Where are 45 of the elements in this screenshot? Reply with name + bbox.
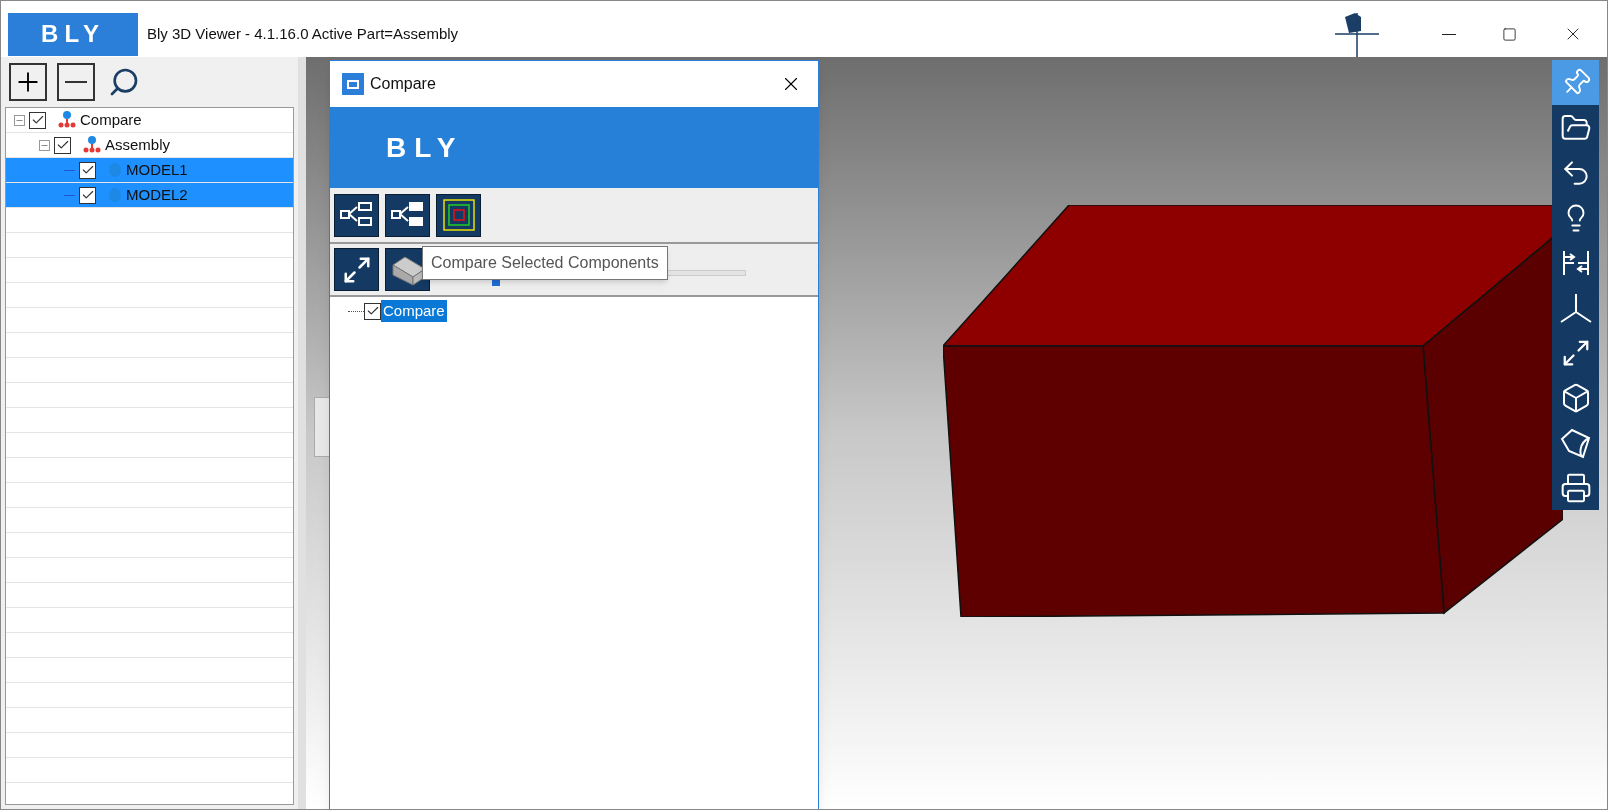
layers-button[interactable] — [436, 193, 481, 237]
check-icon — [80, 163, 95, 177]
check-icon — [30, 113, 45, 127]
expander-icon[interactable] — [14, 114, 25, 126]
assembly-icon — [83, 135, 101, 155]
minus-icon — [65, 81, 87, 83]
tree-item[interactable]: Compare — [6, 108, 293, 133]
checkbox[interactable] — [29, 111, 46, 129]
tree-view-button[interactable] — [334, 193, 379, 237]
expand-all-button[interactable] — [9, 63, 47, 101]
app-icon — [342, 73, 364, 95]
tree-item[interactable]: MODEL2 — [6, 183, 293, 208]
assembly-icon — [58, 110, 76, 130]
tree-label: MODEL2 — [126, 184, 188, 205]
nested-squares-icon — [441, 198, 476, 232]
part-icon — [108, 187, 122, 203]
tree-view-filled-button[interactable] — [385, 193, 430, 237]
check-icon — [365, 304, 380, 318]
tree-item[interactable]: Assembly — [6, 133, 293, 158]
window-title: Bly 3D Viewer - 4.1.16.0 Active Part=Assembly — [147, 23, 459, 44]
fit-button[interactable] — [334, 248, 379, 291]
tree-item[interactable]: Compare — [381, 299, 447, 323]
checkbox[interactable] — [79, 186, 96, 204]
part-icon — [108, 162, 122, 178]
maximize-icon — [1501, 26, 1517, 42]
tree-label: Compare — [80, 109, 142, 130]
tooltip: Compare Selected Components — [422, 246, 668, 280]
banner-logo: BLY — [386, 130, 464, 165]
tree-label: MODEL1 — [126, 159, 188, 180]
checkbox[interactable] — [364, 302, 381, 320]
axes-icon — [1558, 291, 1593, 324]
check-icon — [55, 138, 70, 152]
check-icon — [80, 188, 95, 202]
minimize-icon — [1442, 33, 1456, 35]
tree-item[interactable]: MODEL1 — [6, 158, 293, 183]
app-logo: BLY — [8, 12, 138, 56]
spotlight-icon — [1558, 426, 1593, 459]
collapse-all-button[interactable] — [57, 63, 95, 101]
printer-icon — [1559, 471, 1592, 504]
checkbox[interactable] — [79, 161, 96, 179]
tree-label: Assembly — [105, 134, 171, 155]
dialog-title: Compare — [370, 74, 436, 94]
expander-icon[interactable] — [39, 139, 50, 151]
checkbox[interactable] — [54, 136, 71, 154]
search-icon — [108, 66, 140, 98]
